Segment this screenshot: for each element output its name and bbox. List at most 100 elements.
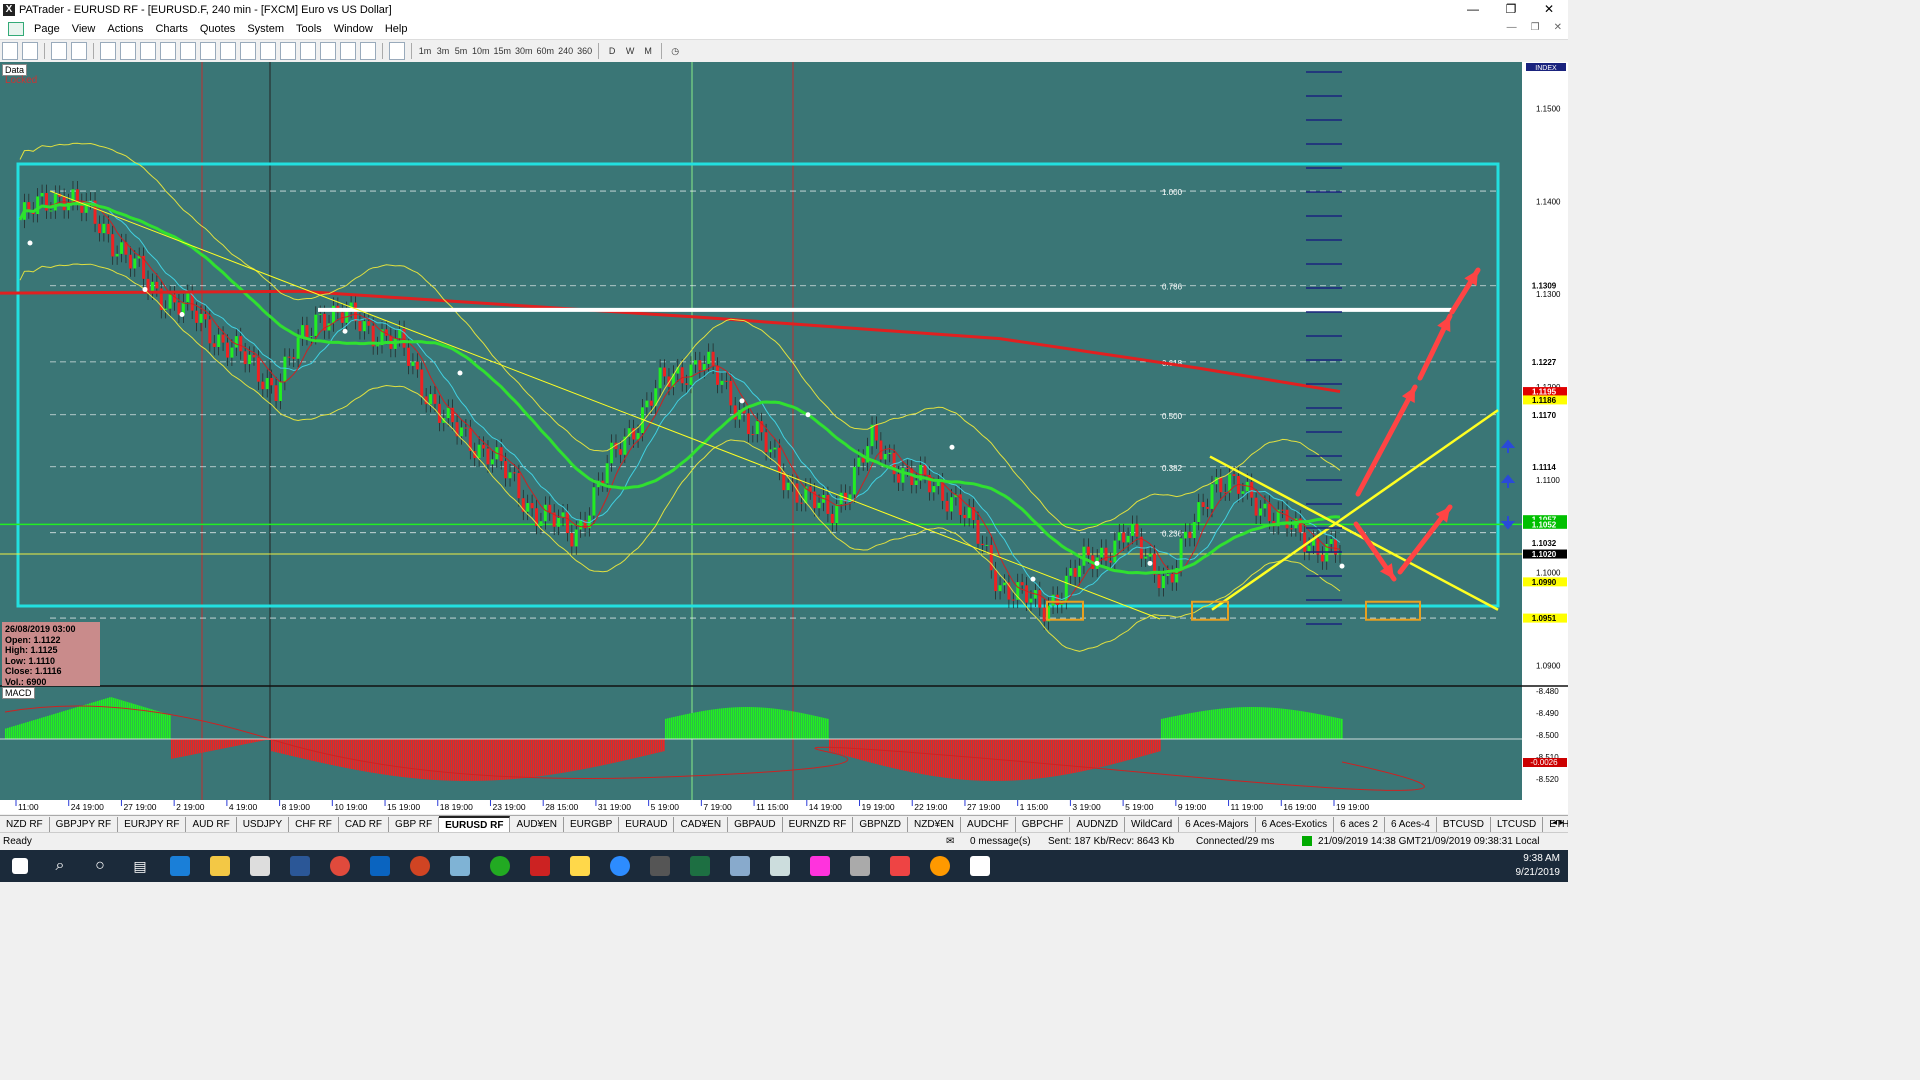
calculator-icon[interactable] (640, 850, 680, 882)
chart-area[interactable]: INDEX 1.000 0.786 0.618 0.500 0.382 0.236 1.150… (0, 62, 1568, 814)
patrader-icon[interactable] (240, 850, 280, 882)
timeframe-m[interactable]: M (641, 43, 655, 59)
tab-6-aces-majors[interactable]: 6 Aces-Majors (1179, 817, 1256, 832)
tab-6-aces-exotics[interactable]: 6 Aces-Exotics (1256, 817, 1335, 832)
tab-wildcard[interactable]: WildCard (1125, 817, 1180, 832)
timeframe-30m[interactable]: 30m (515, 43, 533, 59)
menu-page[interactable]: Page (28, 23, 66, 35)
menu-window[interactable]: Window (328, 23, 379, 35)
tab-gbpnzd[interactable]: GBPNZD (853, 817, 909, 832)
word-icon[interactable] (280, 850, 320, 882)
tab-eurusd-rf[interactable]: EURUSD RF (439, 816, 511, 833)
timeframe-1m[interactable]: 1m (418, 43, 432, 59)
app-icon-11[interactable] (560, 850, 600, 882)
app-icon-19[interactable] (880, 850, 920, 882)
tab-usdjpy[interactable]: USDJPY (237, 817, 290, 832)
price-chart[interactable]: INDEX1.0000.7860.6180.5000.3820.2361.150… (0, 62, 1568, 814)
mdi-restore-icon[interactable]: ❐ (1531, 22, 1540, 33)
tab-aud-en[interactable]: AUD¥EN (510, 817, 565, 832)
maximize-button[interactable]: ❐ (1492, 0, 1530, 19)
timeframe-3m[interactable]: 3m (436, 43, 450, 59)
tab-audchf[interactable]: AUDCHF (961, 817, 1016, 832)
tab-eurnzd-rf[interactable]: EURNZD RF (783, 817, 854, 832)
disconnect-icon[interactable] (22, 42, 38, 60)
app-icon-10[interactable] (520, 850, 560, 882)
file-explorer-icon[interactable] (200, 850, 240, 882)
tab-euraud[interactable]: EURAUD (619, 817, 675, 832)
menu-help[interactable]: Help (379, 23, 414, 35)
app-icon-17[interactable] (800, 850, 840, 882)
crosshair-icon[interactable] (71, 42, 87, 60)
timeframe-10m[interactable]: 10m (472, 43, 490, 59)
timeframe-240[interactable]: 240 (558, 43, 573, 59)
mail-icon[interactable]: ✉ (946, 836, 954, 847)
vertical-line-icon[interactable] (140, 42, 156, 60)
timeframe-15m[interactable]: 15m (494, 43, 512, 59)
tab-gbp-rf[interactable]: GBP RF (389, 817, 440, 832)
photos-icon[interactable] (960, 850, 1000, 882)
tab-cad-en[interactable]: CAD¥EN (674, 817, 729, 832)
tab-6-aces-2[interactable]: 6 aces 2 (1334, 817, 1385, 832)
page-icon[interactable] (8, 22, 24, 36)
tab-aud-rf[interactable]: AUD RF (186, 817, 237, 832)
app-icon-15[interactable] (720, 850, 760, 882)
timeframe-d[interactable]: D (605, 43, 619, 59)
gann-icon[interactable] (260, 42, 276, 60)
tab-eurgbp[interactable]: EURGBP (564, 817, 620, 832)
minimize-button[interactable]: — (1454, 0, 1492, 19)
regression-icon[interactable] (340, 42, 356, 60)
menu-view[interactable]: View (66, 23, 102, 35)
timeframe-5m[interactable]: 5m (454, 43, 468, 59)
timeframe-60m[interactable]: 60m (537, 43, 555, 59)
channel-icon[interactable] (180, 42, 196, 60)
excel-icon[interactable] (680, 850, 720, 882)
search-icon[interactable]: ⌕ (40, 850, 80, 882)
outlook-icon[interactable] (360, 850, 400, 882)
app-icon-8[interactable] (440, 850, 480, 882)
app-icon-16[interactable] (760, 850, 800, 882)
tab-scroll-icon[interactable]: ◂ ▸ (1552, 817, 1564, 828)
close-button[interactable]: ✕ (1530, 0, 1568, 19)
horizontal-line-icon[interactable] (120, 42, 136, 60)
menu-tools[interactable]: Tools (290, 23, 328, 35)
pitchfork-icon[interactable] (360, 42, 376, 60)
tab-btcusd[interactable]: BTCUSD (1437, 817, 1491, 832)
app-icon-9[interactable] (480, 850, 520, 882)
edge-icon[interactable] (160, 850, 200, 882)
chrome-icon[interactable] (320, 850, 360, 882)
tab-gbpaud[interactable]: GBPAUD (728, 817, 783, 832)
trend-line-icon[interactable] (160, 42, 176, 60)
powerpoint-icon[interactable] (400, 850, 440, 882)
mdi-minimize-icon[interactable]: — (1507, 22, 1517, 33)
tab-nzd-rf[interactable]: NZD RF (0, 817, 50, 832)
menu-actions[interactable]: Actions (101, 23, 149, 35)
app-icon-18[interactable] (840, 850, 880, 882)
connect-icon[interactable] (2, 42, 18, 60)
mdi-close-icon[interactable]: ✕ (1554, 22, 1562, 33)
fibonacci-icon[interactable] (220, 42, 236, 60)
menu-system[interactable]: System (241, 23, 290, 35)
indicator-icon[interactable] (389, 42, 405, 60)
menu-quotes[interactable]: Quotes (194, 23, 241, 35)
tab-gbpjpy-rf[interactable]: GBPJPY RF (50, 817, 119, 832)
task-view-icon[interactable]: ▤ (120, 850, 160, 882)
windows-start-icon[interactable] (0, 850, 40, 882)
timeframe-w[interactable]: W (623, 43, 637, 59)
system-clock[interactable]: 9:38 AM 9/21/2019 (1516, 852, 1561, 880)
app-icon-20[interactable] (920, 850, 960, 882)
zoom-icon[interactable] (600, 850, 640, 882)
rectangle-icon[interactable] (300, 42, 316, 60)
clock-icon[interactable]: ◷ (668, 43, 682, 59)
text-tool-icon[interactable] (320, 42, 336, 60)
tab-ltcusd[interactable]: LTCUSD (1491, 817, 1544, 832)
tab-6-aces-4[interactable]: 6 Aces-4 (1385, 817, 1437, 832)
tab-chf-rf[interactable]: CHF RF (289, 817, 339, 832)
tab-eurjpy-rf[interactable]: EURJPY RF (118, 817, 187, 832)
tab-nzd-en[interactable]: NZD¥EN (908, 817, 962, 832)
cortana-icon[interactable]: ○ (80, 850, 120, 882)
cycle-lines-icon[interactable] (280, 42, 296, 60)
timeframe-360[interactable]: 360 (577, 43, 592, 59)
pointer-icon[interactable] (100, 42, 116, 60)
tab-audnzd[interactable]: AUDNZD (1070, 817, 1126, 832)
menu-charts[interactable]: Charts (149, 23, 193, 35)
